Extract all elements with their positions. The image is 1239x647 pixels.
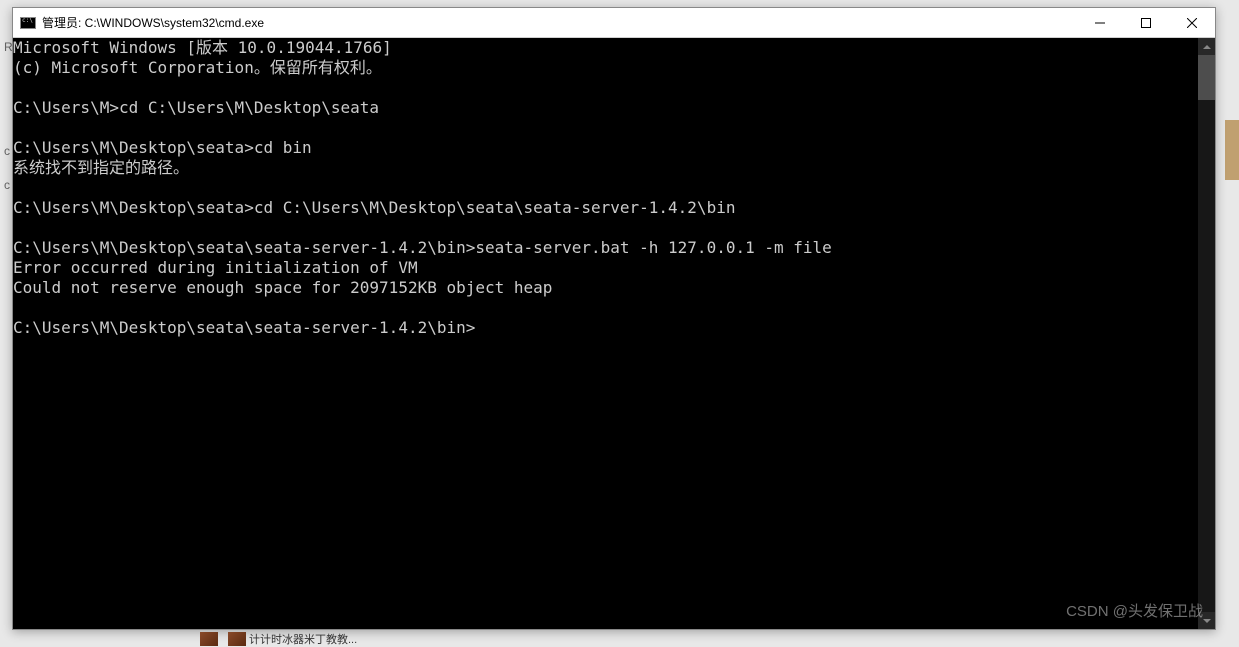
- terminal-line: Microsoft Windows [版本 10.0.19044.1766]: [13, 38, 1198, 58]
- maximize-button[interactable]: [1123, 8, 1169, 37]
- taskbar-app-icon: [228, 632, 246, 646]
- terminal-area[interactable]: Microsoft Windows [版本 10.0.19044.1766](c…: [13, 38, 1215, 629]
- taskbar-item[interactable]: 计计时冰器米丁教教...: [228, 631, 357, 647]
- terminal-line: C:\Users\M\Desktop\seata>cd C:\Users\M\D…: [13, 198, 1198, 218]
- window-controls: [1077, 8, 1215, 37]
- cmd-icon: [20, 15, 36, 31]
- terminal-line: [13, 298, 1198, 318]
- taskbar-item[interactable]: [200, 632, 218, 646]
- scroll-thumb[interactable]: [1198, 55, 1215, 100]
- terminal-line: [13, 178, 1198, 198]
- cmd-window: 管理员: C:\WINDOWS\system32\cmd.exe Microso…: [12, 7, 1216, 630]
- terminal-line: C:\Users\M\Desktop\seata\seata-server-1.…: [13, 318, 1198, 338]
- window-title: 管理员: C:\WINDOWS\system32\cmd.exe: [42, 14, 264, 31]
- close-button[interactable]: [1169, 8, 1215, 37]
- terminal-line: 系统找不到指定的路径。: [13, 158, 1198, 178]
- taskbar-fragment: 计计时冰器米丁教教...: [200, 630, 357, 647]
- terminal-line: (c) Microsoft Corporation。保留所有权利。: [13, 58, 1198, 78]
- terminal-line: Error occurred during initialization of …: [13, 258, 1198, 278]
- terminal-line: [13, 218, 1198, 238]
- scroll-up-button[interactable]: [1198, 38, 1215, 55]
- terminal-line: C:\Users\M\Desktop\seata>cd bin: [13, 138, 1198, 158]
- terminal-line: [13, 118, 1198, 138]
- terminal-line: C:\Users\M>cd C:\Users\M\Desktop\seata: [13, 98, 1198, 118]
- taskbar-item-label: 计计时冰器米丁教教...: [249, 631, 357, 647]
- scroll-down-button[interactable]: [1198, 612, 1215, 629]
- minimize-button[interactable]: [1077, 8, 1123, 37]
- terminal-line: Could not reserve enough space for 20971…: [13, 278, 1198, 298]
- terminal-line: [13, 78, 1198, 98]
- vertical-scrollbar[interactable]: [1198, 38, 1215, 629]
- terminal-line: C:\Users\M\Desktop\seata\seata-server-1.…: [13, 238, 1198, 258]
- window-titlebar[interactable]: 管理员: C:\WINDOWS\system32\cmd.exe: [13, 8, 1215, 38]
- scroll-track[interactable]: [1198, 55, 1215, 612]
- background-clip: [1225, 120, 1239, 180]
- terminal-output[interactable]: Microsoft Windows [版本 10.0.19044.1766](c…: [13, 38, 1198, 629]
- taskbar-app-icon: [200, 632, 218, 646]
